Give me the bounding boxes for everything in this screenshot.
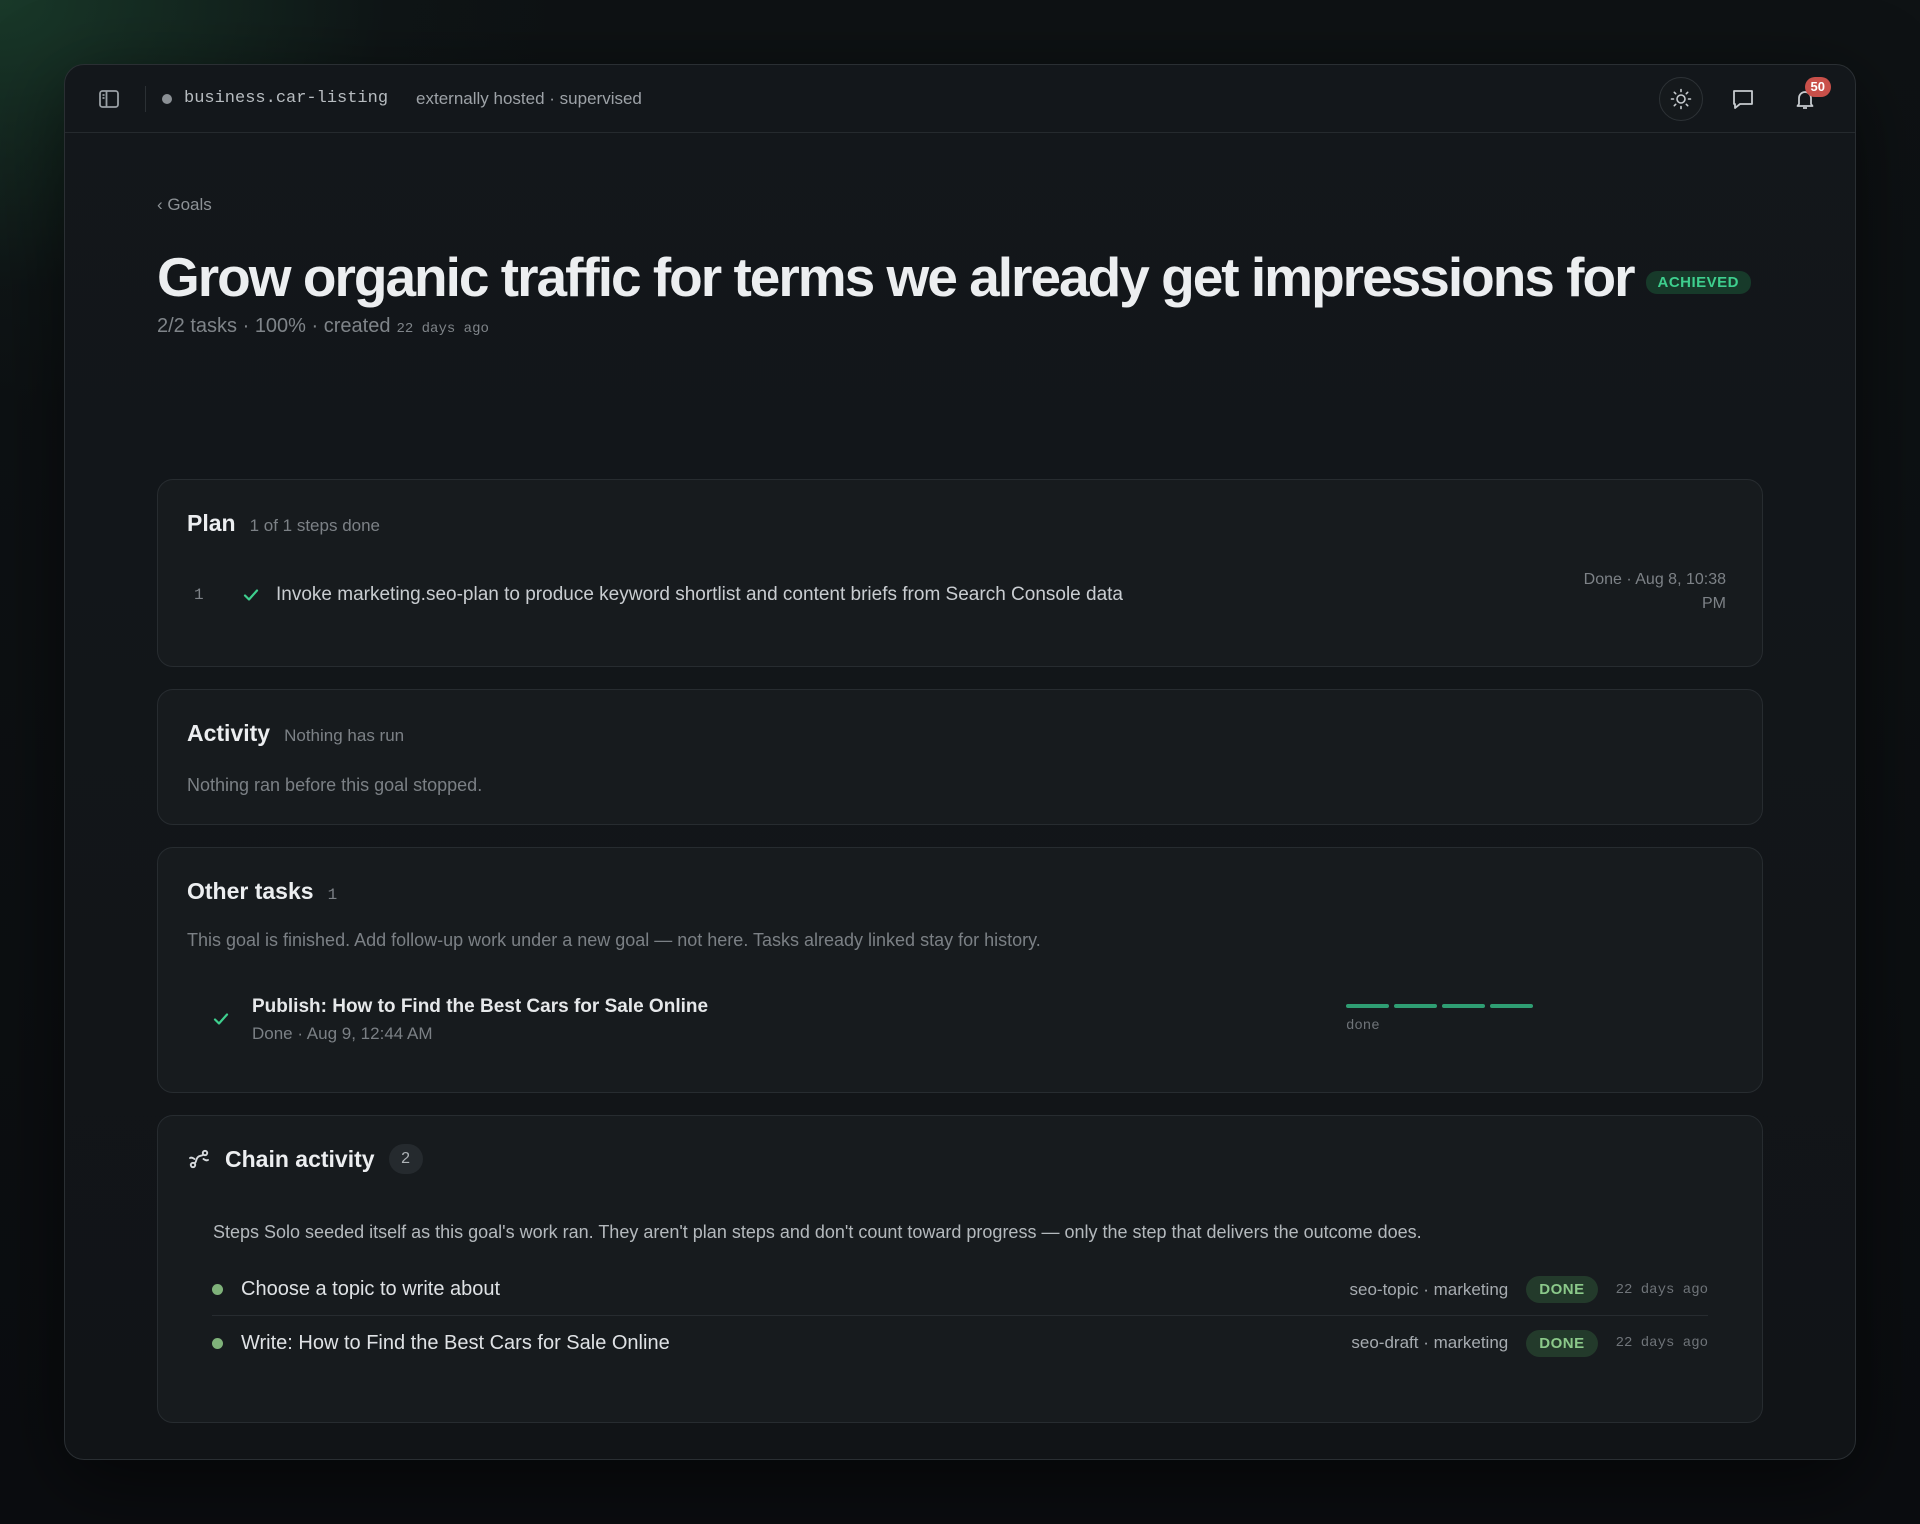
- plan-subtitle: 1 of 1 steps done: [249, 516, 381, 535]
- sidebar-toggle-icon[interactable]: [97, 87, 121, 111]
- chain-description: Steps Solo seeded itself as this goal's …: [213, 1222, 1422, 1242]
- plan-step[interactable]: 1 Invoke marketing.seo-plan to produce k…: [194, 571, 1726, 612]
- other-tasks-card: Other tasks 1 This goal is finished. Add…: [157, 847, 1763, 1093]
- activity-header: Activity Nothing has run: [187, 720, 404, 747]
- step-date-line-1: Done · Aug 8, 10:38: [1583, 571, 1726, 588]
- step-number: 1: [194, 586, 204, 604]
- main-content: ‹ Goals Grow organic traffic for terms w…: [157, 195, 1763, 1423]
- divider: [145, 85, 146, 112]
- goal-meta: 2/2 tasks · 100% · created 22 days ago: [157, 315, 1763, 338]
- activity-subtitle: Nothing has run: [284, 726, 405, 745]
- progress-segment: [1490, 1004, 1533, 1008]
- sun-icon: [1670, 88, 1692, 110]
- activity-message: Nothing ran before this goal stopped.: [187, 775, 483, 795]
- status-badge: DONE: [1526, 1276, 1598, 1303]
- top-bar: business.car-listing externally hosted ·…: [65, 65, 1855, 133]
- activity-card: Activity Nothing has run Nothing ran bef…: [157, 689, 1763, 825]
- other-tasks-count: 1: [327, 886, 338, 904]
- plan-header: Plan 1 of 1 steps done: [187, 510, 380, 537]
- top-actions: 50: [1659, 77, 1831, 121]
- status-dot: [212, 1284, 223, 1295]
- task-title: Publish: How to Find the Best Cars for S…: [252, 996, 709, 1017]
- title-row: Grow organic traffic for terms we alread…: [157, 245, 1763, 309]
- progress-segment: [1346, 1004, 1389, 1008]
- back-to-goals-link[interactable]: ‹ Goals: [157, 195, 212, 215]
- goal-meta-text: 2/2 tasks · 100% · created: [157, 315, 391, 337]
- task-date: Done · Aug 9, 12:44 AM: [252, 1024, 433, 1043]
- progress-segment: [1394, 1004, 1437, 1008]
- other-tasks-title: Other tasks: [187, 878, 314, 904]
- chain-activity-card: Chain activity 2 Steps Solo seeded itsel…: [157, 1115, 1763, 1423]
- chain-header: Chain activity 2: [187, 1144, 423, 1174]
- chain-row-tags: seo-topic · marketing: [1349, 1279, 1509, 1299]
- chain-row-age: 22 days ago: [1615, 1335, 1708, 1351]
- project-name[interactable]: business.car-listing: [184, 89, 388, 108]
- notifications-button[interactable]: 50: [1783, 77, 1831, 121]
- chain-row-meta: seo-topic · marketing DONE 22 days ago: [1349, 1276, 1708, 1303]
- project-status-dot: [162, 93, 172, 104]
- chain-icon: [187, 1147, 211, 1171]
- hosting-info: externally hosted · supervised: [416, 88, 642, 108]
- step-text: Invoke marketing.seo-plan to produce key…: [276, 584, 1124, 605]
- other-tasks-header: Other tasks 1: [187, 878, 337, 905]
- other-tasks-notice: This goal is finished. Add follow-up wor…: [187, 930, 1041, 950]
- check-icon: [212, 1010, 230, 1033]
- task-item[interactable]: Publish: How to Find the Best Cars for S…: [212, 992, 1722, 1052]
- chain-row-tags: seo-draft · marketing: [1351, 1333, 1509, 1352]
- chain-row-label: Write: How to Find the Best Cars for Sal…: [241, 1331, 670, 1354]
- chain-row[interactable]: Choose a topic to write about seo-topic …: [212, 1264, 1708, 1316]
- theme-toggle-button[interactable]: [1659, 77, 1703, 121]
- status-badge: DONE: [1526, 1329, 1598, 1357]
- progress-segment: [1442, 1004, 1485, 1008]
- page-title: Grow organic traffic for terms we alread…: [157, 246, 1635, 308]
- task-progress-label: done: [1346, 1018, 1380, 1034]
- chat-icon: [1733, 90, 1753, 109]
- chain-row-age: 22 days ago: [1615, 1281, 1708, 1298]
- check-icon: [242, 586, 268, 604]
- chain-row-label: Choose a topic to write about: [241, 1278, 501, 1300]
- task-progress: [1346, 1004, 1533, 1008]
- chat-button[interactable]: [1721, 77, 1765, 121]
- status-badge: ACHIEVED: [1645, 270, 1752, 294]
- plan-title: Plan: [187, 510, 236, 536]
- chain-row-meta: seo-draft · marketing DONE 22 days ago: [1351, 1329, 1708, 1357]
- chain-count: 2: [388, 1144, 423, 1174]
- app-window: business.car-listing externally hosted ·…: [64, 64, 1856, 1460]
- chain-row[interactable]: Write: How to Find the Best Cars for Sal…: [212, 1317, 1708, 1369]
- status-dot: [212, 1337, 223, 1349]
- step-date: Done · Aug 8, 10:38 PM: [1584, 568, 1726, 616]
- plan-card: Plan 1 of 1 steps done 1 Invoke marketin…: [157, 479, 1763, 667]
- goal-created-age: 22 days ago: [396, 321, 489, 337]
- step-date-line-2: PM: [1702, 595, 1726, 612]
- notification-count-badge: 50: [1804, 77, 1831, 97]
- chain-title: Chain activity: [225, 1145, 375, 1172]
- activity-title: Activity: [187, 720, 271, 746]
